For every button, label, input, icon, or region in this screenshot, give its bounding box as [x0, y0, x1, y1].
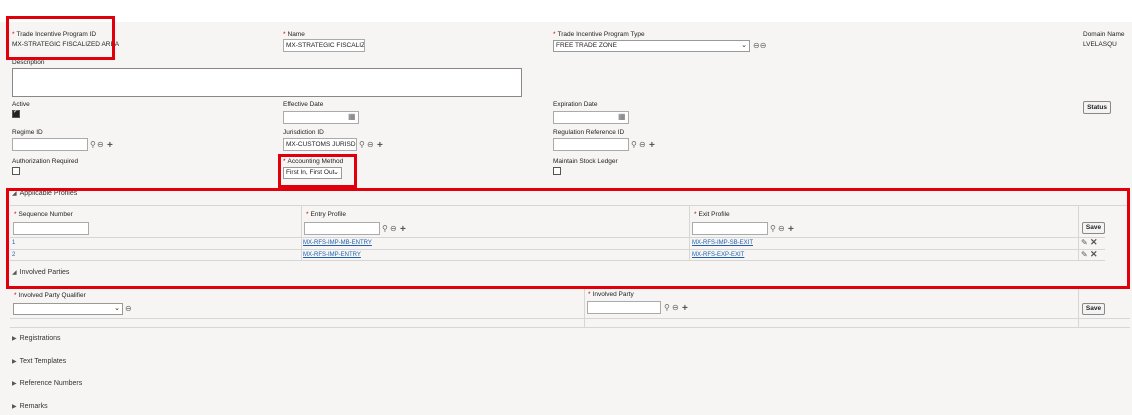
section-registrations[interactable]: ▶ Registrations [12, 335, 60, 342]
highlight-box-profiles [6, 188, 1130, 289]
table-border [584, 287, 585, 327]
regulation-ref-input[interactable] [553, 138, 629, 151]
effective-date-label: Effective Date [283, 101, 324, 108]
lookup-icon[interactable]: ⊖ [639, 140, 646, 150]
chevron-down-icon: ⌄ [741, 42, 747, 49]
col-involved-party: * Involved Party [588, 291, 634, 298]
add-icon[interactable]: + [682, 304, 688, 314]
highlight-box-accounting-method [278, 154, 357, 188]
name-label: * Name [283, 31, 305, 38]
lookup-icon[interactable]: ⊖ [672, 303, 679, 313]
regime-id-input[interactable] [12, 138, 88, 151]
maintain-stock-ledger-label: Maintain Stock Ledger [553, 158, 618, 165]
regulation-ref-label: Regulation Reference ID [553, 129, 625, 136]
highlight-box-program-id [6, 16, 115, 60]
domain-name-label: Domain Name [1083, 31, 1125, 38]
authorization-required-checkbox[interactable] [12, 167, 20, 175]
lookup-icon[interactable]: ⊖⊖ [753, 41, 766, 51]
authorization-required-label: Authorization Required [12, 158, 79, 165]
search-icon[interactable]: ⚲ [359, 140, 365, 150]
add-icon[interactable]: + [649, 141, 655, 151]
active-label: Active [12, 101, 30, 108]
description-label: Description [12, 59, 45, 66]
table-border [1078, 287, 1079, 327]
involved-party-qualifier-select[interactable]: ⌄ [13, 303, 123, 315]
search-icon[interactable]: ⚲ [664, 303, 670, 313]
col-involved-party-qualifier: * Involved Party Qualifier [14, 292, 86, 299]
lookup-icon[interactable]: ⊖ [367, 140, 374, 150]
jurisdiction-id-label: Jurisdiction ID [283, 129, 324, 136]
name-input[interactable]: MX-STRATEGIC FISCALIZE [283, 39, 365, 52]
triangle-right-icon: ▶ [12, 359, 17, 365]
triangle-right-icon: ▶ [12, 381, 17, 387]
program-type-value: FREE TRADE ZONE [556, 42, 617, 49]
search-icon[interactable]: ⚲ [631, 140, 637, 150]
add-icon[interactable]: + [377, 141, 383, 151]
triangle-right-icon: ▶ [12, 336, 17, 342]
jurisdiction-id-input[interactable]: MX-CUSTOMS JURISDIC [283, 138, 357, 151]
triangle-right-icon: ▶ [12, 404, 17, 410]
section-remarks[interactable]: ▶ Remarks [12, 403, 48, 410]
add-icon[interactable]: + [107, 141, 113, 151]
description-textarea[interactable] [12, 68, 522, 97]
involved-party-input[interactable] [587, 301, 661, 314]
regime-id-label: Regime ID [12, 129, 43, 136]
lookup-icon[interactable]: ⊖ [125, 304, 132, 314]
search-icon[interactable]: ⚲ [90, 140, 96, 150]
section-reference-numbers[interactable]: ▶ Reference Numbers [12, 380, 82, 387]
lookup-icon[interactable]: ⊖ [97, 140, 104, 150]
domain-name-value: LVELASQU [1083, 41, 1117, 48]
program-type-label: * Trade Incentive Program Type [553, 31, 645, 38]
active-checkbox[interactable] [12, 108, 20, 118]
table-border [10, 327, 1130, 328]
program-type-select[interactable]: FREE TRADE ZONE ⌄ [553, 40, 750, 52]
calendar-icon[interactable]: ▦ [618, 112, 626, 122]
table-border [10, 318, 1130, 319]
expiration-date-label: Expiration Date [553, 101, 598, 108]
section-text-templates[interactable]: ▶ Text Templates [12, 358, 66, 365]
calendar-icon[interactable]: ▦ [348, 112, 356, 122]
chevron-down-icon: ⌄ [114, 305, 120, 312]
maintain-stock-ledger-checkbox[interactable] [553, 167, 561, 175]
parties-save-button[interactable]: Save [1082, 303, 1105, 315]
status-button[interactable]: Status [1083, 101, 1111, 114]
